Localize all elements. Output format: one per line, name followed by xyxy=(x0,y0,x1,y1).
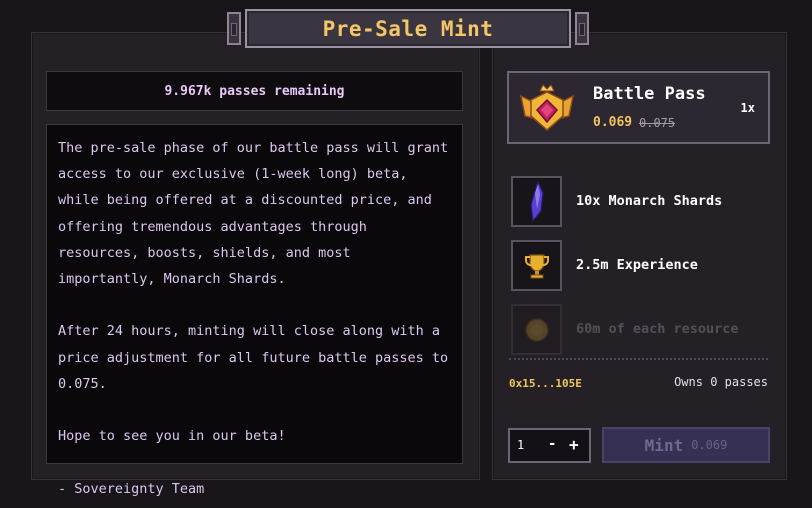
quantity-value[interactable]: 1 xyxy=(517,438,524,452)
mint-label: Mint xyxy=(644,435,684,455)
description-paragraph: The pre-sale phase of our battle pass wi… xyxy=(58,140,449,288)
increment-button[interactable]: + xyxy=(569,435,579,454)
mint-button[interactable]: Mint 0.069 xyxy=(602,427,770,463)
coin-icon xyxy=(524,317,549,342)
description-paragraph: Hope to see you in our beta! xyxy=(58,428,286,445)
reward-icon-frame xyxy=(511,176,562,227)
battle-pass-card[interactable]: Battle Pass 0.069 0.075 1x xyxy=(507,71,770,144)
signature-line: - Sovereignty Team xyxy=(58,480,205,497)
title-banner: Pre-Sale Mint xyxy=(227,9,589,49)
product-old-price: 0.075 xyxy=(639,116,676,130)
banner-cap-right xyxy=(575,12,589,45)
decrement-button[interactable]: - xyxy=(548,436,556,452)
passes-remaining-bar: 9.967k passes remaining xyxy=(46,71,463,111)
purple-crystal-icon xyxy=(529,180,544,222)
title-plate: Pre-Sale Mint xyxy=(245,9,571,48)
trophy-icon xyxy=(524,253,549,278)
product-name: Battle Pass xyxy=(593,84,706,104)
reward-icon-frame xyxy=(511,304,562,355)
crown-shield-badge-icon xyxy=(519,84,575,131)
page-title: Pre-Sale Mint xyxy=(322,16,494,41)
product-price: 0.069 xyxy=(593,115,633,130)
product-quantity: 1x xyxy=(740,101,755,115)
reward-label: 10x Monarch Shards xyxy=(576,193,723,209)
mint-price: 0.069 xyxy=(691,438,728,452)
reward-item-monarch-shards: 10x Monarch Shards xyxy=(511,176,769,228)
reward-label: 2.5m Experience xyxy=(576,257,698,273)
banner-cap-left xyxy=(227,12,241,45)
owned-count: Owns 0 passes xyxy=(674,375,768,389)
description-paragraph: After 24 hours, minting will close along… xyxy=(58,323,449,392)
divider xyxy=(509,358,768,360)
reward-item-resources: 60m of each resource xyxy=(511,304,769,356)
reward-icon-frame xyxy=(511,240,562,291)
description-box: The pre-sale phase of our battle pass wi… xyxy=(46,124,463,497)
reward-label: 60m of each resource xyxy=(576,321,739,337)
passes-remaining-text: 9.967k passes remaining xyxy=(164,83,345,99)
wallet-address[interactable]: 0x15...105E xyxy=(509,377,582,390)
quantity-stepper[interactable]: 1 - + xyxy=(508,428,591,463)
reward-item-experience: 2.5m Experience xyxy=(511,240,769,292)
